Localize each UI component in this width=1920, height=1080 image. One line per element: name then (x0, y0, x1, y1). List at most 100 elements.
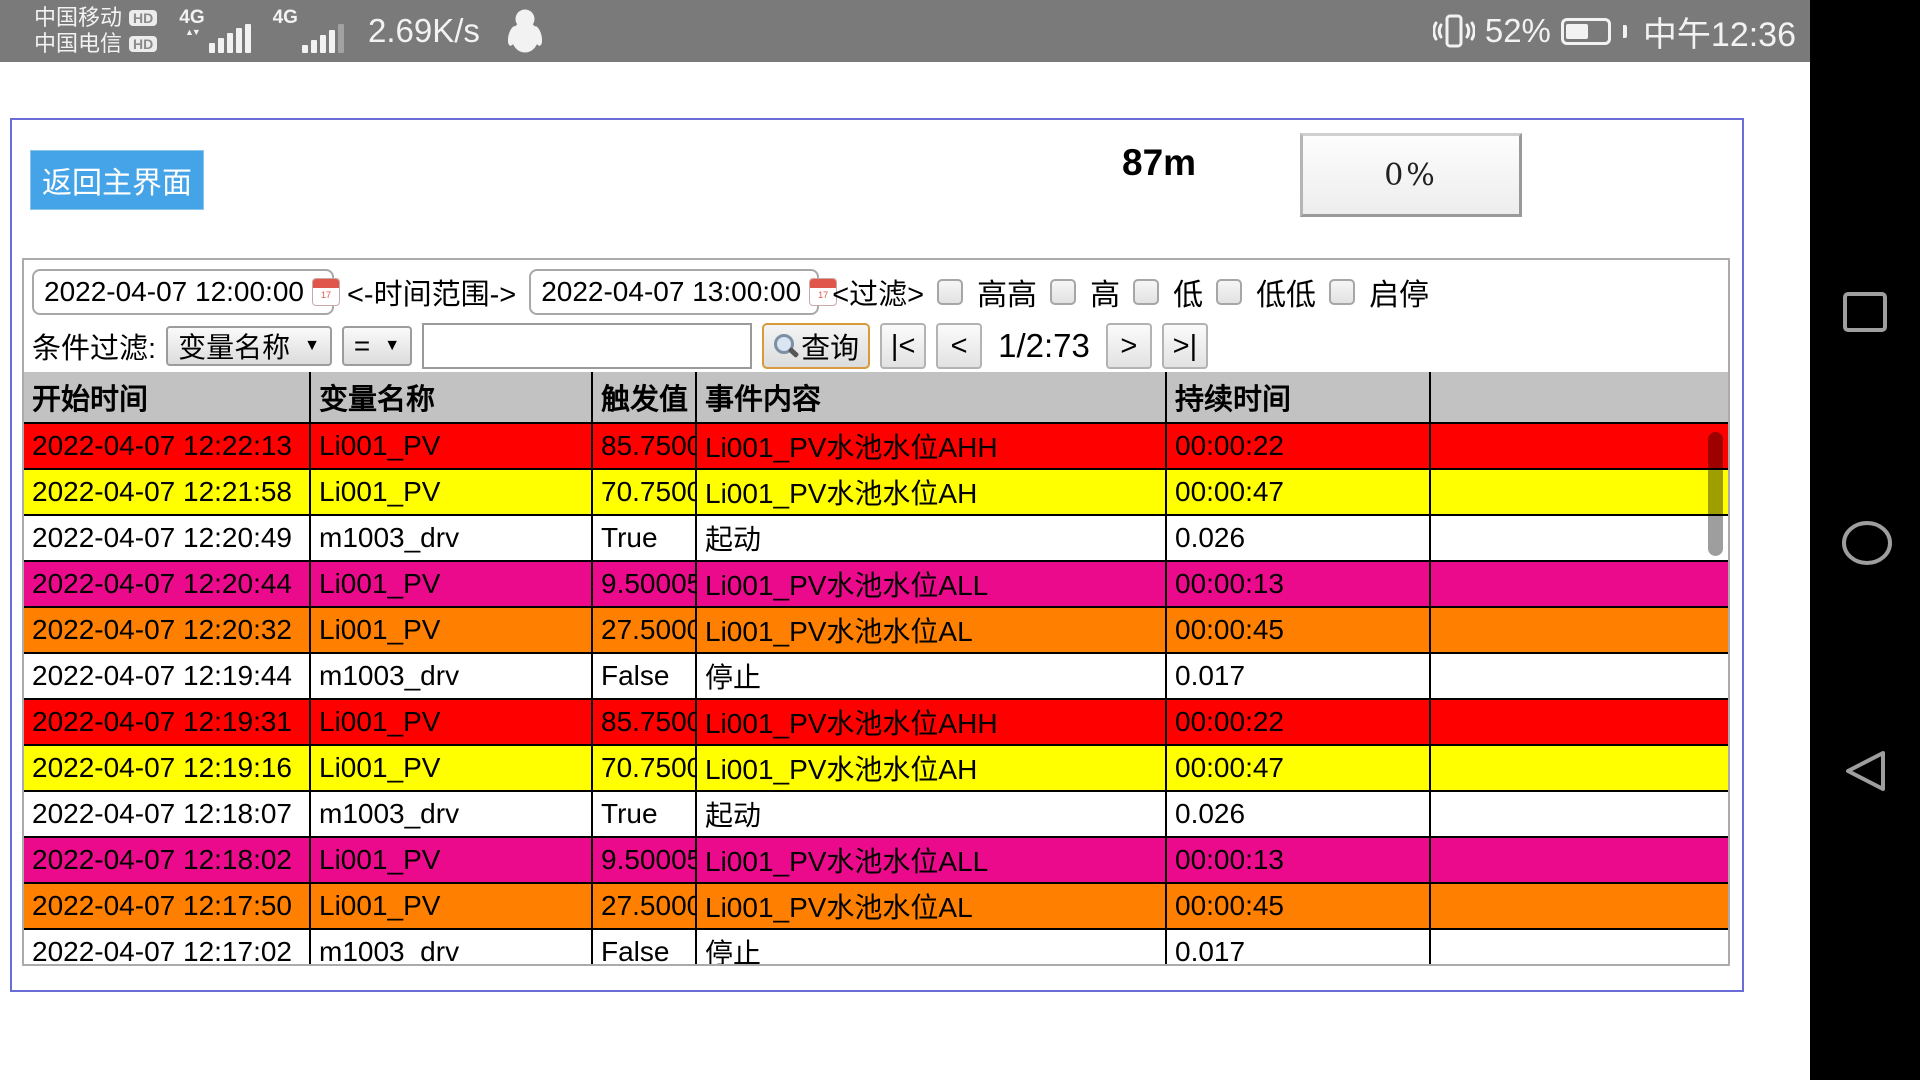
back-triangle-icon[interactable] (1841, 748, 1889, 794)
table-row[interactable]: 2022-04-07 12:17:50Li001_PV27.50005Li001… (24, 883, 1728, 929)
home-circle-icon[interactable] (1841, 519, 1893, 567)
table-cell-event: 停止 (696, 929, 1166, 964)
table-cell-duration: 00:00:13 (1166, 561, 1430, 607)
table-cell-value: 9.500051 (592, 561, 696, 607)
table-cell-blank (1430, 653, 1728, 699)
condition-value-input[interactable] (422, 323, 752, 369)
prev-page-button[interactable]: < (936, 323, 982, 369)
table-cell-name: Li001_PV (310, 607, 592, 653)
table-cell-blank (1430, 469, 1728, 515)
back-to-main-button[interactable]: 返回主界面 (30, 150, 204, 210)
table-row[interactable]: 2022-04-07 12:21:58Li001_PV70.75005Li001… (24, 469, 1728, 515)
end-time-input[interactable]: 2022-04-07 13:00:00 (529, 269, 819, 315)
time-filter-row: 2022-04-07 12:00:00 <-时间范围-> 2022-04-07 … (32, 264, 1724, 320)
table-cell-duration: 00:00:22 (1166, 699, 1430, 745)
alarm-history-page: 返回主界面 87m 0% 2022-04-07 12:00:00 <-时间范围-… (10, 118, 1744, 992)
checkbox-low[interactable] (1133, 279, 1159, 305)
event-table-body: 2022-04-07 12:22:13Li001_PV85.75005Li001… (24, 423, 1728, 964)
table-row[interactable]: 2022-04-07 12:19:44m1003_drvFalse停止0.017 (24, 653, 1728, 699)
table-row[interactable]: 2022-04-07 12:18:02Li001_PV9.500051Li001… (24, 837, 1728, 883)
percent-button[interactable]: 0% (1300, 133, 1522, 217)
filter-checkbox-startstop: 启停 (1329, 270, 1429, 314)
checkbox-lowlow[interactable] (1216, 279, 1242, 305)
table-cell-duration: 00:00:47 (1166, 745, 1430, 791)
query-panel: 2022-04-07 12:00:00 <-时间范围-> 2022-04-07 … (22, 258, 1730, 966)
table-cell-event: Li001_PV水池水位AH (696, 745, 1166, 791)
table-cell-name: Li001_PV (310, 561, 592, 607)
table-row[interactable]: 2022-04-07 12:17:02m1003_drvFalse停止0.017 (24, 929, 1728, 964)
start-time-input[interactable]: 2022-04-07 12:00:00 (32, 269, 334, 315)
status-bar: 中国移动 HD 中国电信 HD 4G 4G (0, 0, 1810, 62)
table-cell-event: Li001_PV水池水位AL (696, 883, 1166, 929)
data-activity-arrows-icon (185, 27, 199, 39)
calendar-icon[interactable] (312, 278, 340, 306)
checkbox-label: 启停 (1369, 270, 1429, 314)
table-cell-name: m1003_drv (310, 653, 592, 699)
col-header-start-time: 开始时间 (24, 372, 310, 423)
table-header-row: 开始时间 变量名称 触发值 事件内容 持续时间 (24, 372, 1728, 423)
table-row[interactable]: 2022-04-07 12:20:44Li001_PV9.500051Li001… (24, 561, 1728, 607)
hd-badge-icon: HD (129, 36, 157, 52)
table-cell-blank (1430, 423, 1728, 469)
checkbox-label: 高 (1090, 270, 1120, 314)
table-cell-name: Li001_PV (310, 837, 592, 883)
table-cell-name: Li001_PV (310, 699, 592, 745)
field-select[interactable]: 变量名称 ▼ (166, 326, 332, 366)
table-row[interactable]: 2022-04-07 12:19:31Li001_PV85.75005Li001… (24, 699, 1728, 745)
col-header-blank (1430, 372, 1728, 423)
dropdown-arrow-icon: ▼ (304, 337, 320, 355)
table-row[interactable]: 2022-04-07 12:18:07m1003_drvTrue起动0.026 (24, 791, 1728, 837)
col-header-duration: 持续时间 (1166, 372, 1430, 423)
filter-checkbox-lowlow: 低低 (1216, 270, 1316, 314)
network-type-label: 4G (273, 9, 298, 27)
signal-bars-icon (302, 24, 344, 53)
condition-filter-row: 条件过滤: 变量名称 ▼ = ▼ 查询 |< < 1/2:73 > >| (32, 322, 1208, 370)
table-cell-value: 9.500051 (592, 837, 696, 883)
table-cell-blank (1430, 745, 1728, 791)
table-cell-duration: 0.026 (1166, 515, 1430, 561)
table-cell-event: Li001_PV水池水位AHH (696, 699, 1166, 745)
time-range-label: <-时间范围-> (347, 271, 516, 313)
table-cell-name: Li001_PV (310, 883, 592, 929)
network-type-label: 4G (179, 9, 204, 27)
operator-select[interactable]: = ▼ (342, 326, 412, 366)
table-cell-name: m1003_drv (310, 929, 592, 964)
table-row[interactable]: 2022-04-07 12:20:49m1003_drvTrue起动0.026 (24, 515, 1728, 561)
table-scrollbar-thumb[interactable] (1708, 432, 1723, 556)
percent-button-label: 0% (1384, 158, 1438, 193)
table-cell-event: Li001_PV水池水位ALL (696, 561, 1166, 607)
table-row[interactable]: 2022-04-07 12:20:32Li001_PV27.50005Li001… (24, 607, 1728, 653)
table-cell-duration: 00:00:13 (1166, 837, 1430, 883)
table-cell-value: 27.50005 (592, 883, 696, 929)
event-table-wrap: 开始时间 变量名称 触发值 事件内容 持续时间 2022-04-07 12:22… (24, 372, 1728, 964)
battery-cap-icon (1623, 25, 1627, 38)
table-cell-event: Li001_PV水池水位AHH (696, 423, 1166, 469)
event-table: 开始时间 变量名称 触发值 事件内容 持续时间 2022-04-07 12:22… (24, 372, 1728, 964)
checkbox-highhigh[interactable] (937, 279, 963, 305)
filter-checkbox-high: 高 (1050, 270, 1120, 314)
table-cell-value: False (592, 653, 696, 699)
query-button[interactable]: 查询 (762, 323, 870, 369)
status-right-cluster: 52% 中午12:36 (1433, 7, 1796, 56)
next-page-button[interactable]: > (1106, 323, 1152, 369)
table-row[interactable]: 2022-04-07 12:19:16Li001_PV70.75005Li001… (24, 745, 1728, 791)
table-row[interactable]: 2022-04-07 12:22:13Li001_PV85.75005Li001… (24, 423, 1728, 469)
table-cell-blank (1430, 561, 1728, 607)
table-cell-blank (1430, 883, 1728, 929)
checkbox-startstop[interactable] (1329, 279, 1355, 305)
table-cell-start: 2022-04-07 12:18:07 (24, 791, 310, 837)
battery-icon (1561, 18, 1611, 45)
last-page-button[interactable]: >| (1162, 323, 1208, 369)
checkbox-label: 低 (1173, 270, 1203, 314)
magnifier-icon (773, 333, 799, 359)
android-nav-bar (1810, 0, 1920, 1080)
signal-strength-icon-2: 4G (273, 9, 344, 53)
table-cell-start: 2022-04-07 12:20:32 (24, 607, 310, 653)
table-cell-blank (1430, 699, 1728, 745)
table-cell-value: 85.75005 (592, 699, 696, 745)
checkbox-high[interactable] (1050, 279, 1076, 305)
table-cell-blank (1430, 929, 1728, 964)
first-page-button[interactable]: |< (880, 323, 926, 369)
recents-square-icon[interactable] (1841, 290, 1889, 334)
table-cell-duration: 00:00:47 (1166, 469, 1430, 515)
